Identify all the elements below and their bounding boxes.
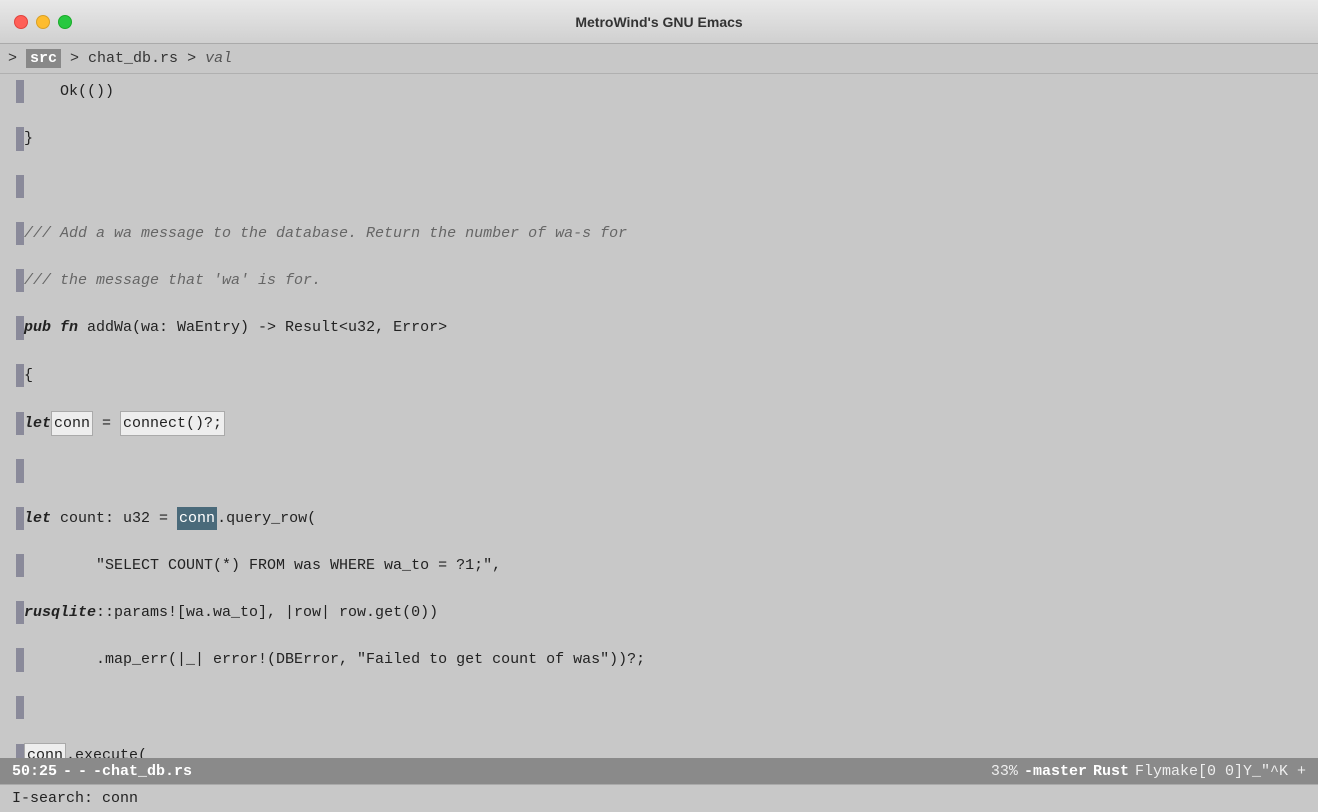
line-marker-4 bbox=[16, 222, 24, 245]
code-line-8: let conn = connect()?; bbox=[16, 411, 1302, 436]
line-marker-14 bbox=[16, 696, 24, 719]
highlight-connect: connect()?; bbox=[120, 411, 225, 436]
code-line-10: let count: u32 = conn.query_row( bbox=[16, 507, 1302, 531]
breadcrumb-src[interactable]: src bbox=[26, 49, 61, 68]
titlebar: MetroWind's GNU Emacs bbox=[0, 0, 1318, 44]
status-flymake: Flymake[0 0]Y_"^K + bbox=[1135, 763, 1306, 780]
code-line-3 bbox=[16, 175, 1302, 199]
window-title: MetroWind's GNU Emacs bbox=[575, 14, 742, 30]
line-marker-7 bbox=[16, 364, 24, 387]
code-line-4: /// Add a wa message to the database. Re… bbox=[16, 222, 1302, 246]
code-line-1: Ok(()) bbox=[16, 80, 1302, 104]
minibuffer-value[interactable]: conn bbox=[102, 790, 138, 807]
code-line-14 bbox=[16, 696, 1302, 720]
minibuffer-label: I-search: bbox=[12, 790, 93, 807]
status-left: 50:25 - - -chat_db.rs bbox=[12, 763, 192, 780]
close-button[interactable] bbox=[14, 15, 28, 29]
code-line-2: } bbox=[16, 127, 1302, 151]
status-sep1: - bbox=[63, 763, 72, 780]
line-marker-15 bbox=[16, 744, 24, 758]
line-marker-12 bbox=[16, 601, 24, 624]
code-content: Ok(()) } /// Add a wa message to the dat… bbox=[0, 80, 1318, 758]
status-language: Rust bbox=[1093, 763, 1129, 780]
breadcrumb-bar: > src > chat_db.rs > val bbox=[0, 44, 1318, 74]
line-marker-1 bbox=[16, 80, 24, 103]
line-marker-3 bbox=[16, 175, 24, 198]
status-right: 33% -master Rust Flymake[0 0]Y_"^K + bbox=[991, 763, 1306, 780]
status-sep2: - bbox=[78, 763, 87, 780]
line-marker-8 bbox=[16, 412, 24, 435]
breadcrumb-val: val bbox=[205, 50, 232, 67]
status-filename: -chat_db.rs bbox=[93, 763, 192, 780]
breadcrumb-arrow1: > bbox=[8, 50, 26, 67]
highlight-conn1: conn bbox=[51, 411, 93, 436]
code-line-7: { bbox=[16, 364, 1302, 388]
code-line-5: /// the message that 'wa' is for. bbox=[16, 269, 1302, 293]
line-marker-13 bbox=[16, 648, 24, 671]
code-line-6: pub fn addWa(wa: WaEntry) -> Result<u32,… bbox=[16, 316, 1302, 340]
line-marker-6 bbox=[16, 316, 24, 339]
breadcrumb-file[interactable]: chat_db.rs bbox=[88, 50, 178, 67]
code-line-11: "SELECT COUNT(*) FROM was WHERE wa_to = … bbox=[16, 554, 1302, 578]
minibuffer: I-search: conn bbox=[0, 784, 1318, 812]
maximize-button[interactable] bbox=[58, 15, 72, 29]
status-bar: 50:25 - - -chat_db.rs 33% -master Rust F… bbox=[0, 758, 1318, 784]
breadcrumb-sep1: > bbox=[61, 50, 88, 67]
code-line-15: conn.execute( bbox=[16, 743, 1302, 758]
highlight-conn2: conn bbox=[177, 507, 217, 530]
status-position: 50:25 bbox=[12, 763, 57, 780]
code-line-12: rusqlite::params![wa.wa_to], |row| row.g… bbox=[16, 601, 1302, 625]
minimize-button[interactable] bbox=[36, 15, 50, 29]
window-controls[interactable] bbox=[14, 15, 72, 29]
line-marker-11 bbox=[16, 554, 24, 577]
status-percent: 33% bbox=[991, 763, 1018, 780]
highlight-conn3: conn bbox=[24, 743, 66, 758]
line-marker-2 bbox=[16, 127, 24, 150]
code-line-9 bbox=[16, 459, 1302, 483]
code-area: Ok(()) } /// Add a wa message to the dat… bbox=[0, 74, 1318, 758]
code-line-13: .map_err(|_| error!(DBError, "Failed to … bbox=[16, 648, 1302, 672]
line-marker-5 bbox=[16, 269, 24, 292]
status-branch: -master bbox=[1024, 763, 1087, 780]
line-marker-10 bbox=[16, 507, 24, 530]
line-marker-9 bbox=[16, 459, 24, 482]
breadcrumb-sep2: > bbox=[178, 50, 205, 67]
